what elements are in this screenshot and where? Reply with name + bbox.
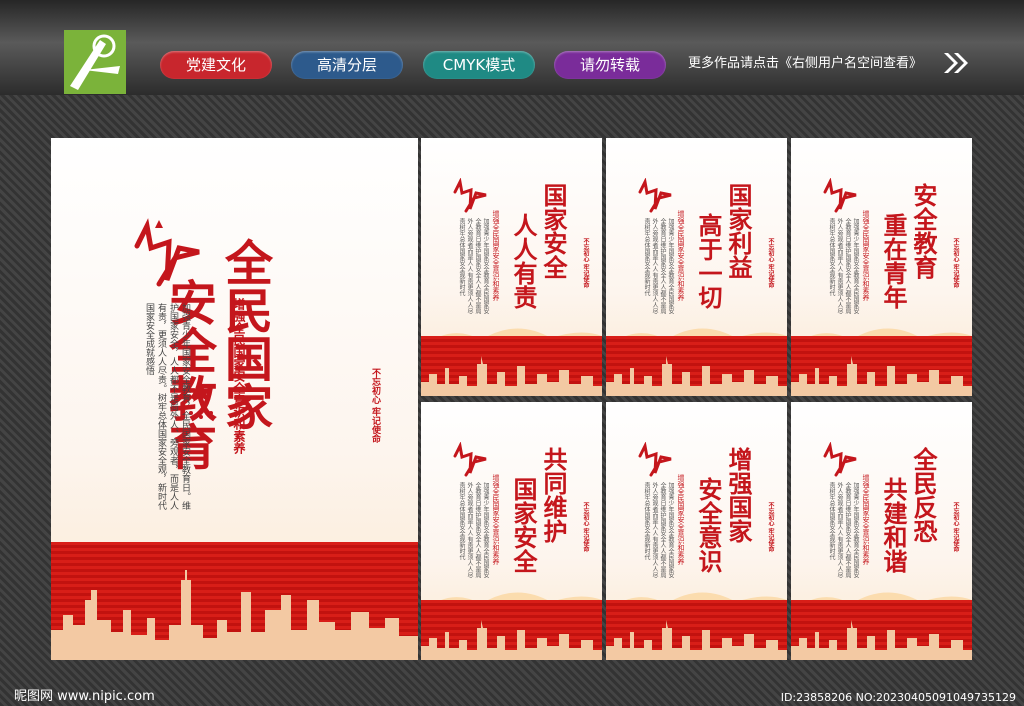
small-poster-4[interactable]: 共同维护 国家安全 增强全民国家安全意识和素养 加强青少年国家安全教育全民国家安…: [421, 402, 602, 660]
slogan-seal: 不忘初心 牢记使命: [767, 502, 774, 553]
poster-body-text: 加强青少年国家安全教育全民国家安全教育日维护国家安全人人都不是局外人旁观者而是人…: [458, 218, 489, 314]
poster-title-line1: 国家安全: [539, 183, 568, 279]
stars-icon: [189, 353, 272, 419]
poster-body-text: 加强青少年国家安全教育全民国家安全教育日维护国家安全人人都不是局外人旁观者而是人…: [643, 218, 674, 314]
slogan-seal: 不忘初心 牢记使命: [767, 238, 774, 289]
slogan-seal: 不忘初心 牢记使命: [952, 502, 959, 553]
slogan-seal: 不忘初心 牢记使命: [952, 238, 959, 289]
poster-title-line2: 共建和谐: [879, 477, 908, 573]
poster-subtitle: 增强全民国家安全意识和素养: [492, 474, 500, 565]
poster-subtitle: 增强全民国家安全意识和素养: [677, 210, 685, 301]
china-dream-logo-icon: [638, 442, 672, 477]
poster-body-text: 加强青少年国家安全教育全民国家安全教育日维护国家安全人人都不是局外人旁观者而是人…: [828, 482, 859, 578]
city-skyline: [606, 356, 787, 396]
poster-body-text: 加强青少年国家安全教育全民国家安全教育日维护国家安全人人都不是局外人旁观者而是人…: [828, 218, 859, 314]
city-skyline: [421, 356, 602, 396]
poster-title-line2: 高于一切: [694, 213, 723, 309]
site-watermark: 昵图网 www.nipic.com: [14, 689, 155, 704]
image-id: ID:23858206 NO:20230405091049735129: [780, 691, 1016, 704]
city-skyline: [791, 620, 972, 660]
city-skyline: [791, 356, 972, 396]
china-dream-logo-icon: [823, 178, 857, 213]
poster-title-line1: 国家利益: [724, 183, 753, 279]
poster-title-line1: 全民反恐: [909, 447, 938, 543]
small-poster-3[interactable]: 安全教育 重在青年 增强全民国家安全意识和素养 加强青少年国家安全教育全民国家安…: [791, 138, 972, 396]
poster-title-line2: 人人有责: [509, 213, 538, 309]
poster-title-line1: 增强国家: [724, 447, 753, 543]
tag-no-repost[interactable]: 请勿转载: [554, 51, 666, 79]
tag-party-culture[interactable]: 党建文化: [160, 51, 272, 79]
slogan-seal: 不忘初心 牢记使命: [582, 502, 589, 553]
slogan-seal: 不忘初心 牢记使命: [370, 368, 380, 444]
china-dream-logo-icon: [823, 442, 857, 477]
small-poster-6[interactable]: 全民反恐 共建和谐 增强全民国家安全意识和素养 加强青少年国家安全教育全民国家安…: [791, 402, 972, 660]
poster-subtitle: 增强全民国家安全意识和素养: [862, 210, 870, 301]
poster-title-line2: 国家安全: [509, 477, 538, 573]
city-skyline: [51, 570, 418, 660]
poster-title-line2: 安全意识: [694, 477, 723, 573]
poster-subtitle: 增强全民国家安全意识和素养: [862, 474, 870, 565]
china-dream-logo-icon: [453, 178, 487, 213]
poster-subtitle: 增强全民国家安全意识和素养: [677, 474, 685, 565]
slogan-seal: 不忘初心 牢记使命: [582, 238, 589, 289]
main-subtitle: 增强全民国家安全意识和素养: [232, 298, 246, 454]
poster-title-line2: 重在青年: [879, 213, 908, 309]
top-banner: 党建文化 高清分层 CMYK模式 请勿转载 更多作品请点击《右侧用户名空间查看》: [0, 0, 1024, 95]
china-dream-logo-icon: [638, 178, 672, 213]
small-poster-2[interactable]: 国家利益 高于一切 增强全民国家安全意识和素养 加强青少年国家安全教育全民国家安…: [606, 138, 787, 396]
city-skyline: [421, 620, 602, 660]
city-skyline: [606, 620, 787, 660]
main-poster[interactable]: 全民国家 安全教育 增强全民国家安全意识和素养 不忘初心 牢记使命 加强青少年国…: [51, 138, 418, 660]
poster-title-line1: 共同维护: [539, 447, 568, 543]
small-poster-5[interactable]: 增强国家 安全意识 增强全民国家安全意识和素养 加强青少年国家安全教育全民国家安…: [606, 402, 787, 660]
tag-cmyk[interactable]: CMYK模式: [423, 51, 535, 79]
double-arrow-icon[interactable]: [942, 50, 970, 80]
small-poster-1[interactable]: 国家安全 人人有责 增强全民国家安全意识和素养 加强青少年国家安全教育全民国家安…: [421, 138, 602, 396]
more-works-text[interactable]: 更多作品请点击《右侧用户名空间查看》: [688, 53, 922, 75]
poster-subtitle: 增强全民国家安全意识和素养: [492, 210, 500, 301]
site-logo-icon[interactable]: [64, 30, 126, 94]
poster-body-text: 加强青少年国家安全教育全民国家安全教育日维护国家安全人人都不是局外人旁观者而是人…: [458, 482, 489, 578]
tag-hd-layers[interactable]: 高清分层: [291, 51, 403, 79]
poster-title-line1: 安全教育: [909, 183, 938, 279]
main-body-text: 加强青少年国家安全教育，全民国家安全教育日。维护国家安全，人人都不是局外人、旁观…: [144, 303, 190, 510]
china-dream-logo-icon: [453, 442, 487, 477]
poster-body-text: 加强青少年国家安全教育全民国家安全教育日维护国家安全人人都不是局外人旁观者而是人…: [643, 482, 674, 578]
